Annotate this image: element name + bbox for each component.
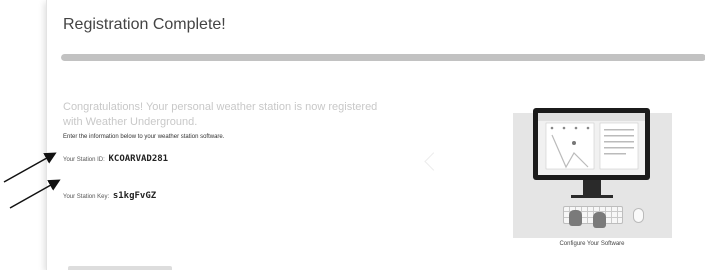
monitor-icon — [533, 108, 650, 180]
instructions-text: Enter the information below to your weat… — [63, 134, 225, 140]
monitor-screen — [538, 113, 645, 175]
registration-progress-bar — [61, 54, 705, 61]
monitor-stand — [583, 180, 601, 196]
congratulations-message: Congratulations! Your personal weather s… — [63, 101, 378, 128]
continue-button[interactable] — [68, 266, 172, 270]
right-hand-icon — [593, 212, 606, 228]
registration-panel: Registration Complete! Congratulations! … — [46, 0, 705, 270]
arrow-to-station-key — [9, 179, 61, 209]
chevron-left-icon[interactable] — [424, 152, 443, 171]
station-key-row: Your Station Key: s1kgFvGZ — [63, 191, 156, 201]
annotation-arrows — [3, 152, 61, 209]
illustration-caption: Configure Your Software — [559, 241, 625, 247]
station-id-row: Your Station ID: KCOARVAD281 — [63, 154, 168, 164]
monitor-stand-base — [571, 195, 613, 198]
progress-fill — [61, 54, 705, 61]
arrow-to-station-id — [3, 152, 57, 183]
configure-software-illustration — [513, 108, 672, 238]
mouse-icon — [633, 208, 644, 223]
left-hand-icon — [569, 210, 582, 226]
station-id-value: KCOARVAD281 — [108, 154, 169, 164]
station-key-value: s1kgFvGZ — [112, 191, 157, 201]
page-title: Registration Complete! — [63, 16, 226, 33]
